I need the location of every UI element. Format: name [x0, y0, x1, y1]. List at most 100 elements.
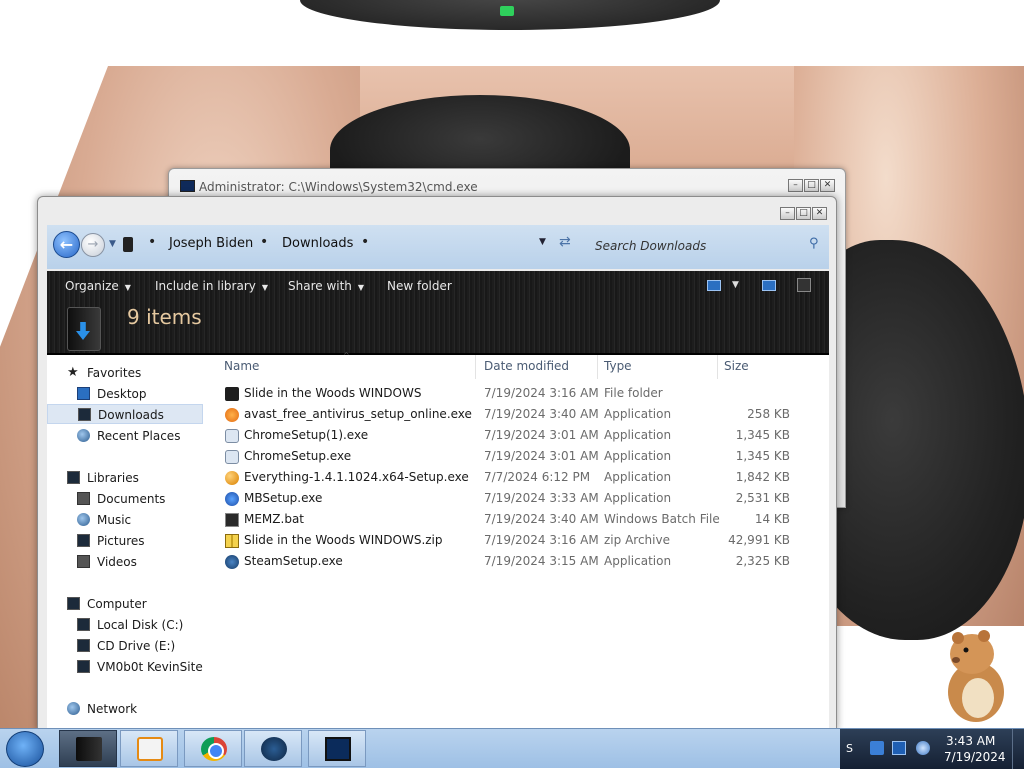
file-row[interactable]: SteamSetup.exe 7/19/2024 3:15 AM Applica…	[213, 551, 829, 572]
file-name: MBSetup.exe	[244, 491, 323, 505]
nav-label: Music	[97, 513, 132, 527]
network-tray-icon[interactable]	[892, 741, 906, 755]
nav-local-disk[interactable]: Local Disk (C:)	[47, 615, 203, 635]
file-name: Slide in the Woods WINDOWS	[244, 386, 422, 400]
explorer-icon	[76, 737, 102, 761]
file-row[interactable]: Everything-1.4.1.1024.x64-Setup.exe 7/7/…	[213, 467, 829, 488]
view-options-dropdown-icon[interactable]: ▼	[732, 280, 739, 290]
file-date: 7/19/2024 3:40 AM	[484, 512, 599, 526]
search-icon[interactable]: ⚲	[809, 236, 819, 251]
magnifier-icon	[225, 471, 239, 485]
file-type: File folder	[604, 386, 663, 400]
file-row[interactable]: avast_free_antivirus_setup_online.exe 7/…	[213, 404, 829, 425]
taskbar-cmd-button[interactable]	[308, 730, 366, 767]
star-icon: ★	[67, 365, 79, 380]
clock-time[interactable]: 3:43 AM	[946, 734, 995, 748]
forward-button[interactable]: →	[81, 233, 105, 257]
organize-menu[interactable]: Organize ▼	[65, 279, 131, 293]
file-row[interactable]: Slide in the Woods WINDOWS.zip 7/19/2024…	[213, 530, 829, 551]
file-size: 2,531 KB	[735, 491, 790, 505]
nav-label: Network	[87, 702, 138, 716]
nav-music[interactable]: Music	[47, 510, 203, 530]
nav-pictures[interactable]: Pictures	[47, 531, 203, 551]
minimize-button[interactable]: –	[780, 207, 795, 220]
nav-label: Favorites	[87, 366, 142, 380]
libraries-icon	[67, 471, 80, 484]
breadcrumb-separator[interactable]: •	[361, 234, 369, 250]
back-button[interactable]: ←	[53, 231, 80, 258]
file-row[interactable]: ChromeSetup.exe 7/19/2024 3:01 AM Applic…	[213, 446, 829, 467]
nav-label: Videos	[97, 555, 137, 569]
tray-app-icon[interactable]	[870, 741, 884, 755]
close-button[interactable]: ✕	[812, 207, 827, 220]
maximize-button[interactable]: □	[804, 179, 819, 192]
include-in-library-menu[interactable]: Include in library ▼	[155, 279, 268, 293]
tray-text: S	[846, 742, 853, 755]
column-header-date[interactable]: Date modified	[484, 359, 569, 379]
recent-pages-dropdown-icon[interactable]: ▼	[109, 239, 116, 249]
column-divider[interactable]	[475, 355, 476, 379]
nav-videos[interactable]: Videos	[47, 552, 203, 572]
nav-libraries[interactable]: Libraries	[47, 468, 203, 488]
file-size: 1,842 KB	[735, 470, 790, 484]
taskbar-media-player-button[interactable]	[120, 730, 178, 767]
explorer-window[interactable]: – □ ✕ ← → ▼ • Joseph Biden • Downloads •…	[37, 196, 837, 732]
file-type: Windows Batch File	[604, 512, 720, 526]
column-divider[interactable]	[597, 355, 598, 379]
file-type: Application	[604, 407, 672, 421]
recent-places-icon	[77, 429, 90, 442]
nav-label: Documents	[97, 492, 166, 506]
help-icon[interactable]	[797, 278, 811, 292]
close-button[interactable]: ✕	[820, 179, 835, 192]
column-header-name[interactable]: Name	[224, 359, 259, 379]
nav-label: Computer	[87, 597, 147, 611]
chrome-icon	[201, 737, 227, 761]
minimize-button[interactable]: –	[788, 179, 803, 192]
show-desktop-button[interactable]	[1012, 729, 1024, 769]
search-input[interactable]	[595, 236, 827, 256]
nav-documents[interactable]: Documents	[47, 489, 203, 509]
preview-pane-icon[interactable]	[762, 280, 776, 291]
file-type: Application	[604, 470, 672, 484]
pictures-icon	[77, 534, 90, 547]
new-folder-button[interactable]: New folder	[387, 279, 452, 293]
column-divider[interactable]	[717, 355, 718, 379]
nav-label: Local Disk (C:)	[97, 618, 184, 632]
taskbar-chrome-button[interactable]	[184, 730, 242, 767]
breadcrumb-downloads[interactable]: Downloads	[282, 236, 353, 251]
taskbar-explorer-button[interactable]	[59, 730, 117, 767]
nav-computer[interactable]: Computer	[47, 594, 203, 614]
nav-cd-drive[interactable]: CD Drive (E:)	[47, 636, 203, 656]
file-name: ChromeSetup.exe	[244, 449, 352, 463]
file-row[interactable]: ChromeSetup(1).exe 7/19/2024 3:01 AM App…	[213, 425, 829, 446]
volume-tray-icon[interactable]	[916, 741, 930, 755]
hamster-desktop-pet[interactable]	[936, 624, 1014, 724]
nav-favorites[interactable]: ★ Favorites	[47, 363, 203, 383]
file-row[interactable]: MBSetup.exe 7/19/2024 3:33 AM Applicatio…	[213, 488, 829, 509]
file-type: Application	[604, 428, 672, 442]
column-header-type[interactable]: Type	[604, 359, 632, 379]
cmd-icon	[325, 737, 351, 761]
change-view-icon[interactable]	[707, 280, 721, 291]
refresh-icon[interactable]: ⇄	[559, 234, 571, 250]
file-date: 7/19/2024 3:16 AM	[484, 386, 599, 400]
nav-recent-places[interactable]: Recent Places	[47, 426, 203, 446]
clock-date[interactable]: 7/19/2024	[944, 750, 1006, 764]
maximize-button[interactable]: □	[796, 207, 811, 220]
nav-label: Desktop	[97, 387, 147, 401]
file-row[interactable]: MEMZ.bat 7/19/2024 3:40 AM Windows Batch…	[213, 509, 829, 530]
taskbar-steam-button[interactable]	[244, 730, 302, 767]
nav-network-share[interactable]: VM0b0t KevinSite	[47, 657, 203, 677]
column-header-size[interactable]: Size	[724, 359, 749, 379]
breadcrumb-separator[interactable]: •	[260, 234, 268, 250]
share-with-menu[interactable]: Share with ▼	[288, 279, 364, 293]
breadcrumb-joseph-biden[interactable]: Joseph Biden	[169, 236, 253, 251]
start-button[interactable]	[6, 731, 44, 767]
nav-downloads[interactable]: Downloads	[47, 404, 203, 424]
explorer-window-controls: – □ ✕	[780, 207, 827, 220]
nav-desktop[interactable]: Desktop	[47, 384, 203, 404]
breadcrumb-separator[interactable]: •	[148, 234, 156, 250]
nav-network[interactable]: Network	[47, 699, 203, 719]
file-row[interactable]: Slide in the Woods WINDOWS 7/19/2024 3:1…	[213, 383, 829, 404]
address-dropdown-icon[interactable]: ▼	[539, 237, 546, 247]
